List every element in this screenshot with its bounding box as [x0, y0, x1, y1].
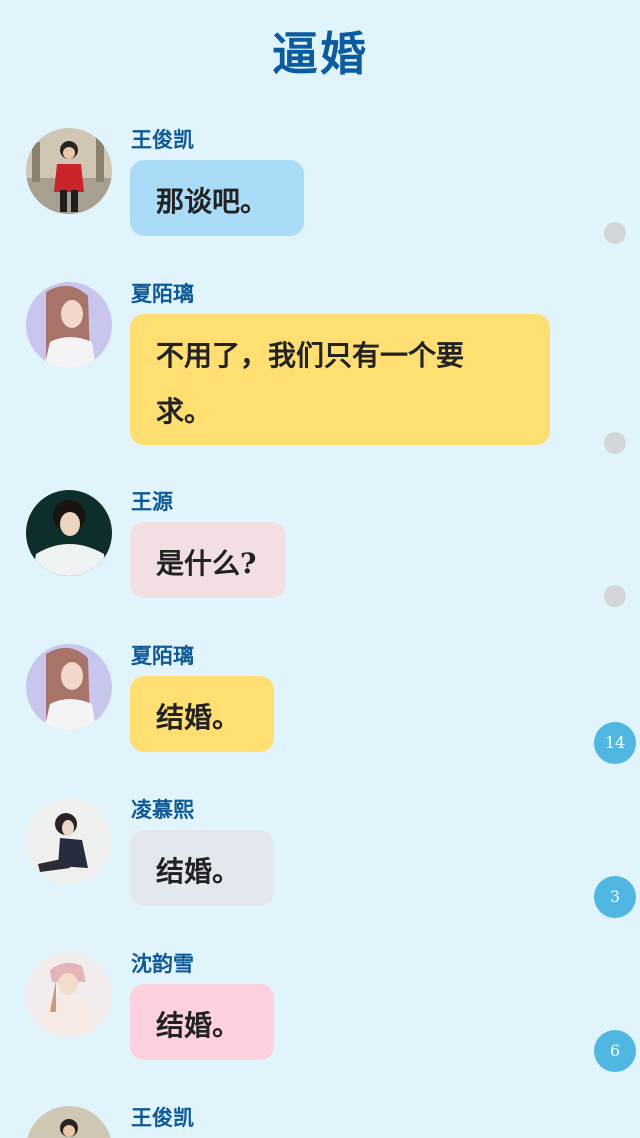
message-text: 不用了，我们只有一个要求。	[156, 339, 465, 428]
avatar-image	[26, 644, 112, 730]
unread-dot	[604, 585, 626, 607]
page-title: 逼婚	[272, 27, 368, 81]
avatar-image	[26, 128, 112, 214]
avatar[interactable]	[26, 952, 112, 1038]
message-bubble[interactable]: 不用了，我们只有一个要求。	[130, 314, 550, 445]
message-bubble[interactable]: 结婚。	[130, 984, 274, 1060]
avatar[interactable]	[26, 128, 112, 214]
message-text: 结婚。	[156, 701, 241, 734]
avatar[interactable]	[26, 798, 112, 884]
sender-name: 王俊凯	[131, 1105, 194, 1130]
sender-name: 夏陌璃	[131, 281, 194, 306]
avatar-image	[26, 798, 112, 884]
unread-dot	[604, 432, 626, 454]
sender-name: 王源	[131, 489, 173, 514]
comment-count-badge[interactable]: 14	[594, 722, 636, 764]
message-text: 结婚。	[156, 1009, 241, 1042]
avatar[interactable]	[26, 490, 112, 576]
sender-name: 凌慕熙	[131, 797, 194, 822]
avatar[interactable]	[26, 644, 112, 730]
sender-name: 王俊凯	[131, 127, 194, 152]
message-text: 那谈吧。	[156, 185, 269, 218]
sender-name: 沈韵雪	[131, 951, 194, 976]
sender-name: 夏陌璃	[131, 643, 194, 668]
comment-count-badge[interactable]: 3	[594, 876, 636, 918]
unread-dot	[604, 222, 626, 244]
avatar-image	[26, 1106, 112, 1138]
avatar[interactable]	[26, 282, 112, 368]
avatar-image	[26, 282, 112, 368]
avatar-image	[26, 952, 112, 1038]
message-text: 是什么?	[156, 547, 257, 580]
message-bubble[interactable]: 那谈吧。	[130, 160, 304, 236]
message-bubble[interactable]: 是什么?	[130, 522, 286, 598]
message-bubble[interactable]: 结婚。	[130, 830, 274, 906]
message-bubble[interactable]: 结婚。	[130, 676, 274, 752]
avatar-image	[26, 490, 112, 576]
comment-count-badge[interactable]: 6	[594, 1030, 636, 1072]
avatar[interactable]	[26, 1106, 112, 1138]
message-text: 结婚。	[156, 855, 241, 888]
